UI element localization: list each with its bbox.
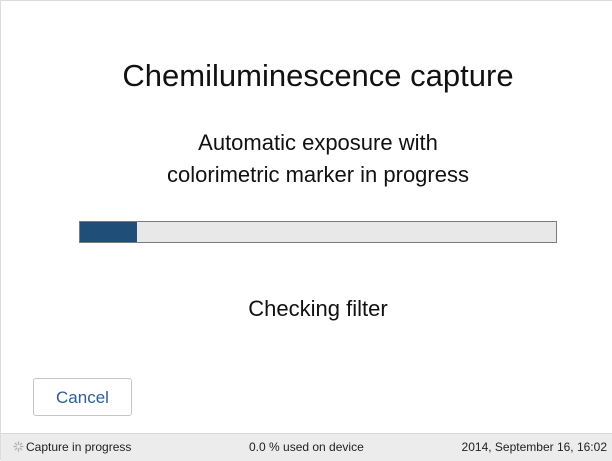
page-title: Chemiluminescence capture (122, 58, 514, 93)
cancel-button[interactable]: Cancel (33, 378, 132, 416)
progress-bar (79, 221, 557, 243)
storage-usage: 0.0 % used on device (249, 440, 364, 454)
date-time: 2014, September 16, 16:02 (461, 440, 607, 454)
description-line-1: Automatic exposure with (198, 130, 438, 155)
capture-window: Chemiluminescence capture Automatic expo… (0, 0, 612, 461)
capture-status-text: Capture in progress (26, 440, 132, 454)
description-line-2: colorimetric marker in progress (167, 162, 469, 187)
capture-description: Automatic exposure with colorimetric mar… (1, 127, 612, 191)
spinner-icon (13, 441, 24, 452)
progress-bar-fill (80, 222, 138, 242)
capture-status: Capture in progress (13, 434, 131, 460)
status-bar: Capture in progress 0.0 % used on device… (1, 433, 612, 461)
status-message: Checking filter (248, 296, 388, 321)
